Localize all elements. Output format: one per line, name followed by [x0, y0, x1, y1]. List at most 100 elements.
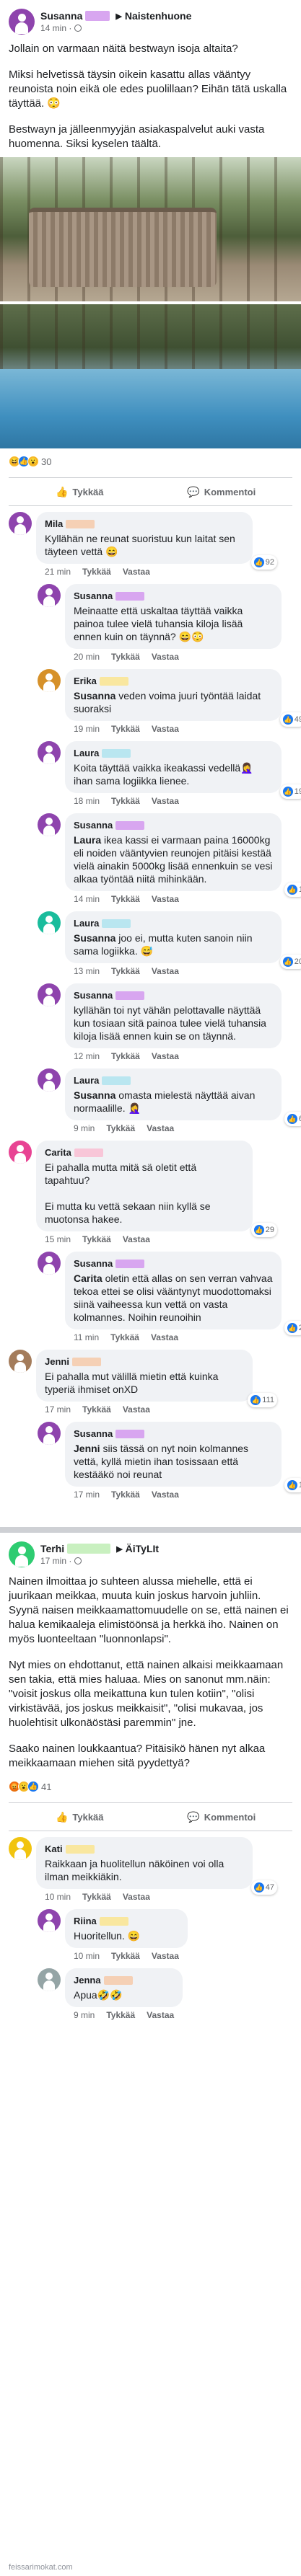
- commenter-name[interactable]: Kati: [45, 1843, 63, 1856]
- mention-link[interactable]: Laura: [74, 834, 101, 846]
- group-name[interactable]: Naistenhuone: [125, 10, 192, 22]
- comment-time[interactable]: 17 min: [45, 1404, 71, 1415]
- commenter-avatar[interactable]: [38, 1068, 61, 1092]
- comment-reply-button[interactable]: Vastaa: [123, 1892, 150, 1902]
- commenter-name[interactable]: Laura: [74, 747, 99, 760]
- commenter-name[interactable]: Laura: [74, 917, 99, 930]
- comment-like-button[interactable]: Tykkää: [106, 1123, 135, 1133]
- comment-reactions[interactable]: 👍 49: [279, 712, 301, 727]
- comment-time[interactable]: 20 min: [74, 652, 100, 662]
- comment-time[interactable]: 21 min: [45, 567, 71, 577]
- comment-reactions[interactable]: 👍 2: [284, 1321, 301, 1335]
- author-avatar[interactable]: [9, 1541, 35, 1567]
- comment-time[interactable]: 13 min: [74, 966, 100, 976]
- comment-reactions[interactable]: 👍 19: [279, 784, 301, 799]
- commenter-avatar[interactable]: [38, 983, 61, 1006]
- comment-time[interactable]: 18 min: [74, 796, 100, 806]
- comment-button[interactable]: 💬 Kommentoi: [151, 486, 293, 498]
- comment-like-button[interactable]: Tykkää: [111, 1490, 140, 1500]
- comment-reply-button[interactable]: Vastaa: [123, 1234, 150, 1244]
- commenter-name[interactable]: Susanna: [74, 989, 113, 1002]
- comment-reactions[interactable]: 👍 6: [284, 1112, 301, 1126]
- commenter-avatar[interactable]: [38, 1252, 61, 1275]
- comment-time[interactable]: 10 min: [45, 1892, 71, 1902]
- mention-link[interactable]: Susanna: [74, 932, 115, 944]
- commenter-avatar[interactable]: [38, 813, 61, 836]
- comment-button[interactable]: 💬 Kommentoi: [151, 1811, 293, 1823]
- comment-bubble[interactable]: Jenni Ei pahalla mut välillä mietin että …: [36, 1350, 277, 1407]
- comment-reactions[interactable]: 👍 29: [250, 1223, 277, 1237]
- commenter-avatar[interactable]: [9, 1837, 32, 1860]
- commenter-avatar[interactable]: [38, 1968, 61, 1991]
- comment-bubble[interactable]: Susanna Meinaatte että uskaltaa täyttää v…: [65, 584, 282, 649]
- comment-like-button[interactable]: Tykkää: [82, 1234, 111, 1244]
- commenter-name[interactable]: Jenna: [74, 1974, 101, 1987]
- comment-bubble[interactable]: Susanna Jenni siis tässä on nyt noin kolm…: [65, 1422, 301, 1492]
- author-name[interactable]: Terhi: [40, 1543, 64, 1554]
- comment-reply-button[interactable]: Vastaa: [123, 567, 150, 577]
- commenter-avatar[interactable]: [38, 1909, 61, 1932]
- comment-reply-button[interactable]: Vastaa: [123, 1404, 150, 1415]
- reactions-count[interactable]: 41: [41, 1781, 51, 1792]
- commenter-name[interactable]: Erika: [74, 675, 97, 688]
- comment-like-button[interactable]: Tykkää: [111, 966, 140, 976]
- comment-reactions[interactable]: 👍 1: [284, 882, 301, 897]
- comment-reply-button[interactable]: Vastaa: [152, 1490, 179, 1500]
- reactions-summary[interactable]: 😡 😮 👍 41: [9, 1774, 292, 1800]
- comment-like-button[interactable]: Tykkää: [111, 1051, 140, 1061]
- comment-time[interactable]: 9 min: [74, 1123, 95, 1133]
- comment-reply-button[interactable]: Vastaa: [151, 1332, 178, 1342]
- comment-reply-button[interactable]: Vastaa: [152, 1951, 179, 1961]
- commenter-name[interactable]: Mila: [45, 518, 63, 531]
- pool-photo-1[interactable]: [0, 157, 301, 301]
- comment-bubble[interactable]: Susanna Carita oletin että allas on sen v…: [65, 1252, 301, 1335]
- commenter-name[interactable]: Carita: [45, 1146, 71, 1159]
- comment-time[interactable]: 15 min: [45, 1234, 71, 1244]
- comment-like-button[interactable]: Tykkää: [111, 894, 140, 904]
- comment-reply-button[interactable]: Vastaa: [152, 652, 179, 662]
- comment-bubble[interactable]: Riina Huoritellun. 😄: [65, 1909, 188, 1948]
- comment-time[interactable]: 17 min: [74, 1490, 100, 1500]
- comment-like-button[interactable]: Tykkää: [111, 796, 140, 806]
- comment-reply-button[interactable]: Vastaa: [152, 1051, 179, 1061]
- group-name[interactable]: ÄiTyLIt: [126, 1543, 159, 1554]
- comment-reactions[interactable]: 👍 47: [250, 1880, 277, 1895]
- comment-time[interactable]: 19 min: [74, 724, 100, 734]
- comment-like-button[interactable]: Tykkää: [82, 567, 111, 577]
- comment-reply-button[interactable]: Vastaa: [152, 894, 179, 904]
- comment-like-button[interactable]: Tykkää: [111, 1951, 140, 1961]
- comment-time[interactable]: 14 min: [74, 894, 100, 904]
- comment-bubble[interactable]: Erika Susanna veden voima juuri työntää l…: [65, 669, 301, 727]
- commenter-avatar[interactable]: [38, 1422, 61, 1445]
- commenter-avatar[interactable]: [38, 669, 61, 692]
- commenter-name[interactable]: Laura: [74, 1074, 99, 1087]
- commenter-avatar[interactable]: [9, 1141, 32, 1164]
- comment-time[interactable]: 10 min: [74, 1951, 100, 1961]
- comment-bubble[interactable]: Laura Susanna joo ei, mutta kuten sanoin …: [65, 911, 301, 969]
- comment-reactions[interactable]: 👍 1: [284, 1478, 301, 1492]
- comment-time[interactable]: 12 min: [74, 1051, 100, 1061]
- commenter-name[interactable]: Susanna: [74, 1257, 113, 1270]
- comment-bubble[interactable]: Laura Susanna omasta mielestä näyttää aiv…: [65, 1068, 301, 1126]
- author-name[interactable]: Susanna: [40, 10, 82, 22]
- comment-time[interactable]: 11 min: [74, 1332, 99, 1342]
- mention-link[interactable]: Carita: [74, 1272, 102, 1284]
- comment-like-button[interactable]: Tykkää: [82, 1404, 111, 1415]
- mention-link[interactable]: Susanna: [74, 1089, 115, 1101]
- comment-bubble[interactable]: Kati Raikkaan ja huolitellun näköinen voi…: [36, 1837, 277, 1895]
- pool-photo-2[interactable]: [0, 304, 301, 448]
- comment-bubble[interactable]: Susanna Laura ikea kassi ei varmaan paina…: [65, 813, 301, 897]
- commenter-name[interactable]: Susanna: [74, 590, 113, 603]
- comment-like-button[interactable]: Tykkää: [111, 724, 140, 734]
- reactions-summary[interactable]: 😆 👍 😮 30: [9, 448, 292, 474]
- comment-reactions[interactable]: 👍 20: [279, 955, 301, 969]
- comment-reply-button[interactable]: Vastaa: [152, 796, 179, 806]
- commenter-avatar[interactable]: [38, 911, 61, 934]
- commenter-name[interactable]: Jenni: [45, 1355, 69, 1368]
- comment-like-button[interactable]: Tykkää: [111, 652, 140, 662]
- like-button[interactable]: 👍 Tykkää: [9, 1811, 151, 1823]
- commenter-avatar[interactable]: [9, 512, 32, 535]
- like-button[interactable]: 👍 Tykkää: [9, 486, 151, 498]
- comment-reply-button[interactable]: Vastaa: [147, 1123, 174, 1133]
- commenter-avatar[interactable]: [9, 1350, 32, 1373]
